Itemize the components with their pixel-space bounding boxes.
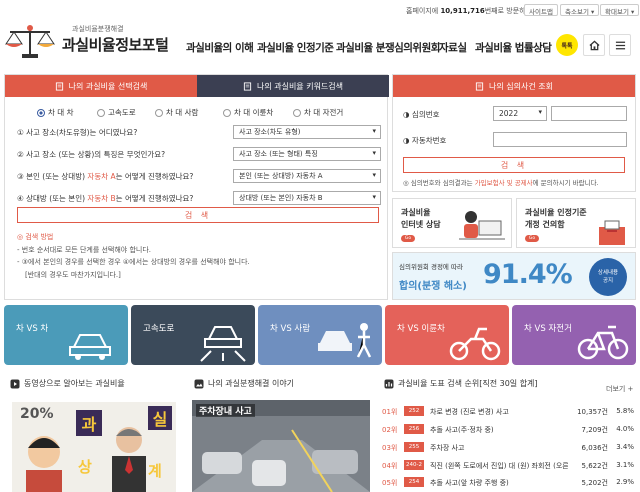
nav-standards[interactable]: 과실비율 인정기준 xyxy=(257,40,334,55)
document-icon xyxy=(243,81,252,91)
sitemap-button[interactable]: 사이트맵 xyxy=(524,4,558,16)
site-logo[interactable]: 과실비율분쟁해결 과실비율정보포털 xyxy=(4,20,184,60)
radio-car-vs-person[interactable]: 차 대 사람 xyxy=(155,107,198,118)
car-number-input[interactable] xyxy=(493,132,627,147)
search-guide: ◎ 검색 방법 - 번호 순서대로 모든 단계를 선택해야 합니다. - ③에서… xyxy=(17,233,250,279)
radio-highway[interactable]: 고속도로 xyxy=(97,107,136,118)
select-location[interactable]: 사고 장소(차도 유형) xyxy=(233,125,381,139)
story-thumbnail[interactable]: 주차장내 사고 xyxy=(192,400,370,492)
pedestrian-car-icon xyxy=(318,323,372,358)
visit-count: 10,911,716 xyxy=(440,7,485,15)
question-location: ① 사고 장소(차도유형)는 어디였나요? xyxy=(17,128,138,137)
nav-legal-consult[interactable]: 과실비율 법률상담 xyxy=(475,40,552,55)
utility-bar: 홈페이지에 10,911,716번째로 방문하셨습니다. 사이트맵 축소보기 ▾… xyxy=(0,4,640,18)
video-thumbnail[interactable]: 20% 과 실 상 계 xyxy=(12,402,176,492)
video-title: 동영상으로 알아보는 과실비율 xyxy=(24,379,125,388)
radio-unchecked-icon xyxy=(223,108,231,117)
go-button[interactable]: Go xyxy=(525,235,539,242)
nav-dispute-committee[interactable]: 과실비율 분쟁심의위원회 xyxy=(336,40,440,55)
radio-car-vs-motorcycle[interactable]: 차 대 이륜차 xyxy=(223,107,273,118)
case-number-label: ◑ 심의번호 xyxy=(403,110,440,119)
fault-ratio-search-panel: 나의 과실비율 선택검색 나의 과실비율 키워드검색 차 대 차 고속도로 차 … xyxy=(4,74,389,300)
select-vehicle-a[interactable]: 본인 (또는 상대방) 자동차 A xyxy=(233,169,381,183)
search-button[interactable]: 검 색 xyxy=(17,207,379,223)
stat-caption: 심의위원회 경정에 따라 xyxy=(399,263,463,271)
radio-car-vs-car[interactable]: 차 대 차 xyxy=(37,107,73,118)
kakao-talk-icon[interactable]: 톡톡 xyxy=(556,34,578,56)
stat-label: 합의(분쟁 해소) xyxy=(399,281,467,292)
radio-checked-icon xyxy=(37,108,45,117)
table-row[interactable]: 04위 240-2 직진 (왼쪽 도로에서 진입) 대 (원) 좌회전 (오른… 5,… xyxy=(382,460,636,474)
agreement-rate-box: 심의위원회 경정에 따라 합의(분쟁 해소) 91.4% 상세내용 공지 xyxy=(392,252,636,300)
bicycle-icon xyxy=(577,325,629,360)
table-row[interactable]: 01위 252 차로 변경 (진로 변경) 사고 10,357건 5.8% xyxy=(382,406,636,420)
rank-more-link[interactable]: 더보기 + xyxy=(606,384,633,394)
case-lookup-note: ◎ 심의번호와 심의결과는 가입보험사 및 공제사에 문의하시기 바랍니다. xyxy=(403,179,599,187)
tile-car-vs-car[interactable]: 차 VS 차 xyxy=(4,305,128,365)
nav-understanding[interactable]: 과실비율의 이해 xyxy=(186,40,254,55)
nav-library[interactable]: 자료실 xyxy=(439,40,467,55)
character-illustration-icon xyxy=(26,436,62,492)
online-consult-banner[interactable]: 과실비율 인터넷 상담 Go xyxy=(392,198,512,248)
go-button[interactable]: Go xyxy=(401,235,415,242)
car-number-label: ◑ 자동차번호 xyxy=(403,136,447,145)
radio-unchecked-icon xyxy=(97,108,105,117)
case-search-button[interactable]: 검 색 xyxy=(403,157,625,173)
table-row[interactable]: 02위 256 추돌 사고(주·정차 중) 7,209건 4.0% xyxy=(382,424,636,438)
select-vehicle-b[interactable]: 상대방 (또는 본인) 자동차 B xyxy=(233,191,381,205)
case-lookup-panel: 나의 심의사건 조회 ◑ 심의번호 2022 ◑ 자동차번호 검 색 ◎ 심의번… xyxy=(392,74,636,192)
video-text-pct: 20% xyxy=(20,406,54,422)
stat-value: 91.4% xyxy=(483,259,573,290)
menu-button[interactable] xyxy=(609,34,631,56)
question-vehicle-b: ④ 상대방 (또는 본인) 자동차 B는 어떻게 진행하였나요? xyxy=(17,194,194,203)
home-button[interactable] xyxy=(583,34,605,56)
case-lookup-tab[interactable]: 나의 심의사건 조회 xyxy=(393,75,635,97)
case-number-input[interactable] xyxy=(551,106,627,121)
radio-unchecked-icon xyxy=(293,108,301,117)
rank-title: 과실비율 도표 검색 순위[직전 30일 합계] xyxy=(398,379,538,388)
video-icon xyxy=(10,379,20,388)
tile-highway[interactable]: 고속도로 xyxy=(131,305,255,365)
stat-detail-button[interactable]: 상세내용 공지 xyxy=(589,258,627,296)
scale-logo-icon xyxy=(5,25,55,58)
presenter-illustration-icon xyxy=(112,427,146,492)
radio-unchecked-icon xyxy=(155,108,163,117)
table-row[interactable]: 05위 254 추돌 사고(앞 차량 주행 중) 5,202건 2.9% xyxy=(382,477,636,491)
video-text-2: 실 xyxy=(148,406,172,430)
tile-car-vs-person[interactable]: 차 VS 사람 xyxy=(258,305,382,365)
motorcycle-icon xyxy=(449,327,501,361)
question-feature: ② 사고 장소 (또는 상황)의 특징은 무엇인가요? xyxy=(17,150,166,159)
consultant-icon xyxy=(459,211,505,240)
tab-keyword-search[interactable]: 나의 과실비율 키워드검색 xyxy=(197,75,389,97)
select-feature[interactable]: 사고 장소 (또는 형태) 특징 xyxy=(233,147,381,161)
suggestion-box-icon xyxy=(599,220,625,245)
story-title: 나의 과실분쟁해결 이야기 xyxy=(208,379,295,388)
zoom-out-button[interactable]: 축소보기 ▾ xyxy=(560,4,600,16)
chart-icon xyxy=(384,379,394,388)
zoom-in-button[interactable]: 확대보기 ▾ xyxy=(600,4,640,16)
standard-revision-banner[interactable]: 과실비율 인정기준 개정 건의함 Go xyxy=(516,198,636,248)
year-select[interactable]: 2022 xyxy=(493,106,547,121)
story-sign: 주차장내 사고 xyxy=(196,404,255,417)
video-text-3: 상 xyxy=(78,458,92,476)
car-crash-icon xyxy=(69,334,111,360)
document-icon xyxy=(55,81,63,91)
menu-icon xyxy=(615,41,625,49)
tab-select-search[interactable]: 나의 과실비율 선택검색 xyxy=(5,75,197,97)
video-text-1: 과 xyxy=(76,410,102,436)
radio-car-vs-bicycle[interactable]: 차 대 자전거 xyxy=(293,107,343,118)
table-row[interactable]: 03위 255 주차장 사고 6,036건 3.4% xyxy=(382,442,636,456)
video-text-4: 계 xyxy=(148,462,162,480)
question-vehicle-a: ③ 본인 (또는 상대방) 자동차 A는 어떻게 진행하였나요? xyxy=(17,172,194,181)
tile-car-vs-motorcycle[interactable]: 차 VS 이륜차 xyxy=(385,305,509,365)
document-icon xyxy=(475,81,484,91)
image-icon xyxy=(194,379,204,388)
logo-title: 과실비율정보포털 xyxy=(62,36,169,54)
tile-car-vs-bicycle[interactable]: 차 VS 자전거 xyxy=(512,305,636,365)
logo-subtitle: 과실비율분쟁해결 xyxy=(72,25,124,33)
highway-car-icon xyxy=(200,326,246,362)
home-icon xyxy=(588,40,600,50)
